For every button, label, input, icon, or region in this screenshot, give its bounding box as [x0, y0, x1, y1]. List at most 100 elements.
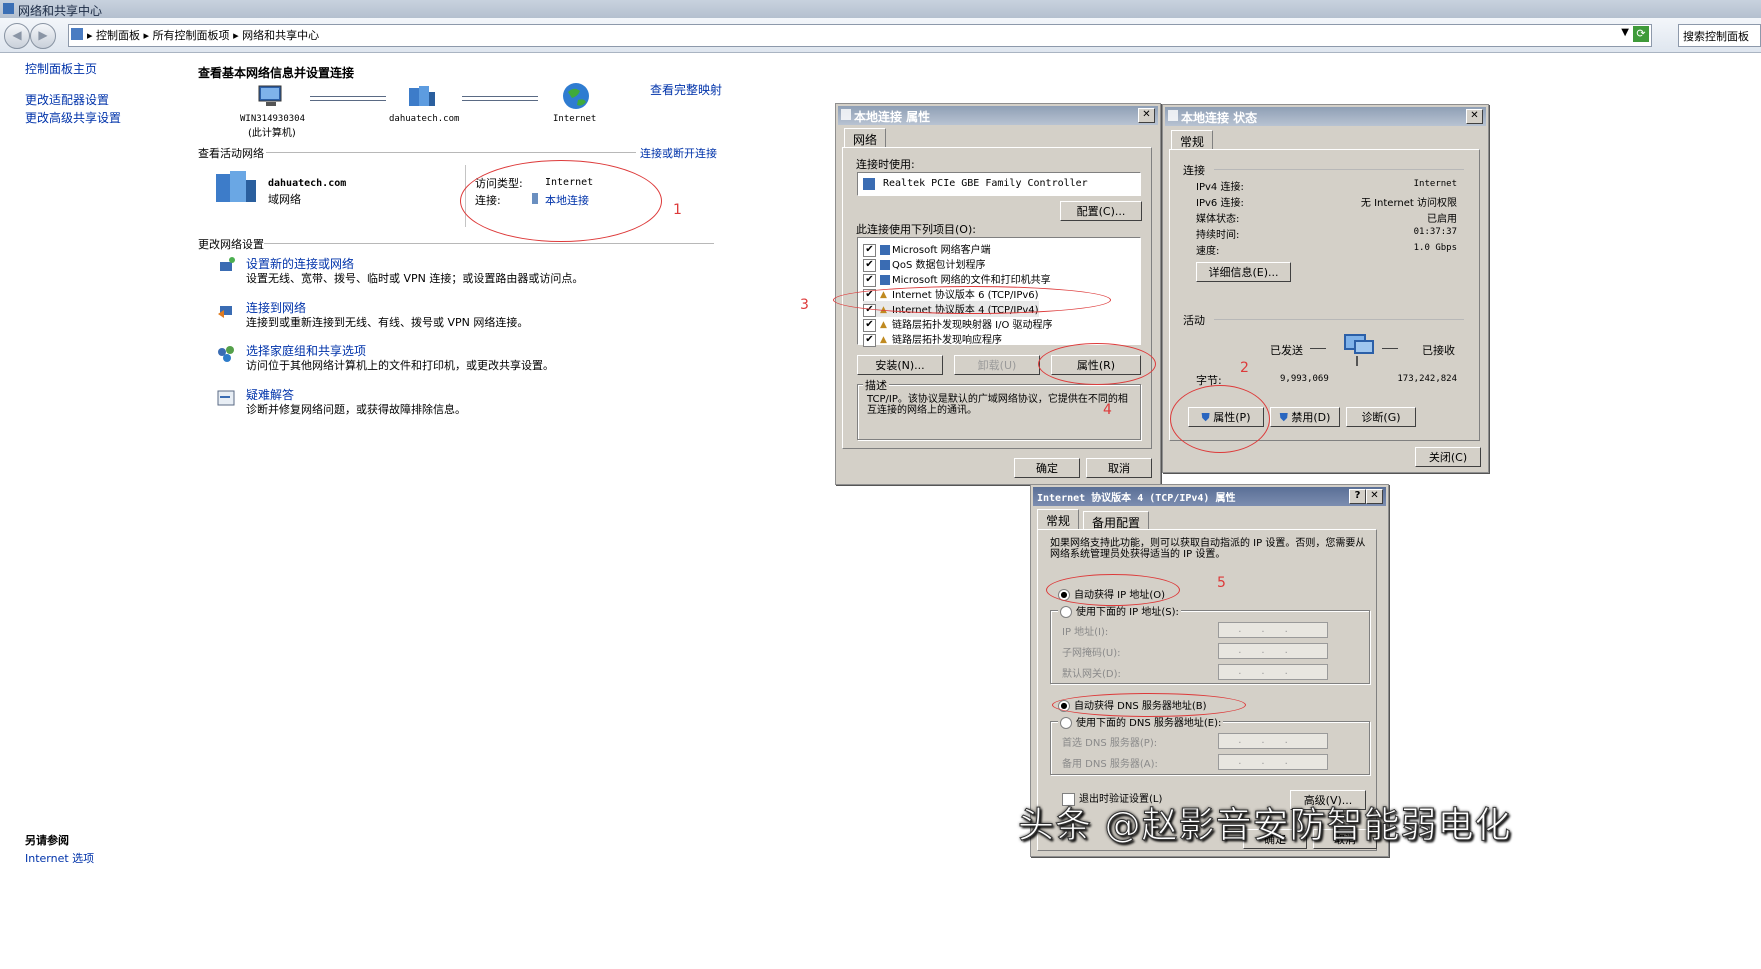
- description-legend: 描述: [863, 377, 889, 393]
- close-button[interactable]: 关闭(C): [1415, 447, 1481, 467]
- task-connect-network-desc: 连接到或重新连接到无线、有线、拨号或 VPN 网络连接。: [246, 316, 529, 329]
- change-settings-divider: [264, 243, 714, 244]
- ip-address-field[interactable]: ...: [1218, 622, 1328, 638]
- ok-button[interactable]: 确定: [1014, 458, 1080, 478]
- close-icon[interactable]: ✕: [1138, 108, 1155, 123]
- ipv4-dialog-title: Internet 协议版本 4 (TCP/IPv4) 属性: [1037, 493, 1236, 504]
- breadcrumb-control-panel[interactable]: 控制面板: [96, 29, 140, 42]
- activity-section-label: 活动: [1183, 314, 1205, 327]
- sidebar-item-advanced-sharing[interactable]: 更改高级共享设置: [25, 109, 121, 126]
- bytes-received-value: 173,242,824: [1397, 374, 1457, 384]
- ipv4-value: Internet: [1413, 179, 1457, 189]
- disable-button[interactable]: ⛊ 禁用(D): [1270, 407, 1340, 427]
- status-dialog-title-bar: 本地连接 状态 ✕: [1165, 107, 1486, 126]
- task-setup-connection-desc: 设置无线、宽带、拨号、临时或 VPN 连接；或设置路由器或访问点。: [246, 272, 584, 285]
- disable-label: 禁用(D): [1291, 411, 1331, 424]
- ipv6-value: 无 Internet 访问权限: [1360, 198, 1457, 209]
- close-icon[interactable]: ✕: [1466, 109, 1483, 124]
- watermark-text: 头条 @赵影音安防智能弱电化: [1017, 805, 1512, 847]
- search-input[interactable]: 搜索控制面板: [1678, 24, 1761, 47]
- install-button[interactable]: 安装(N)...: [857, 355, 943, 375]
- annotation-number-5: 5: [1217, 575, 1226, 591]
- list-item[interactable]: ✔ Microsoft 网络客户端: [863, 241, 991, 257]
- chevron-down-icon[interactable]: ▼: [1621, 27, 1629, 38]
- radio-unselected[interactable]: [1060, 717, 1072, 729]
- alternate-dns-field[interactable]: ...: [1218, 754, 1328, 770]
- tab-general[interactable]: 常规: [1171, 130, 1214, 149]
- items-label: 此连接使用下列项目(O):: [856, 223, 976, 236]
- item-label: 链路层拓扑发现映射器 I/O 驱动程序: [892, 320, 1053, 331]
- sidebar-item-adapter-settings[interactable]: 更改适配器设置: [25, 91, 109, 108]
- uninstall-button[interactable]: 卸载(U): [954, 355, 1040, 375]
- checkbox[interactable]: ✔: [863, 318, 876, 332]
- details-button[interactable]: 详细信息(E)...: [1196, 262, 1291, 282]
- nic-icon: [863, 178, 875, 190]
- bytes-sent-value: 9,993,069: [1280, 374, 1329, 384]
- tab-general[interactable]: 常规: [1037, 509, 1080, 529]
- sidebar-item-control-panel-home[interactable]: 控制面板主页: [25, 60, 97, 77]
- tab-alternate-config[interactable]: 备用配置: [1083, 511, 1150, 530]
- annotation-oval-1: [460, 160, 662, 242]
- cancel-button[interactable]: 取消: [1086, 458, 1152, 478]
- subnet-mask-field[interactable]: ...: [1218, 643, 1328, 659]
- list-item[interactable]: ✔ Microsoft 网络的文件和打印机共享: [863, 271, 1051, 287]
- list-item[interactable]: ✔ QoS 数据包计划程序: [863, 256, 986, 272]
- gateway-field[interactable]: ...: [1218, 664, 1328, 680]
- alternate-dns-label: 备用 DNS 服务器(A):: [1062, 759, 1158, 770]
- breadcrumb-all-items[interactable]: 所有控制面板项: [153, 29, 230, 42]
- refresh-icon[interactable]: ⟳: [1633, 26, 1649, 42]
- qos-icon: [880, 260, 890, 270]
- annotation-oval-dns: [1052, 693, 1246, 717]
- shield-icon: ⛊: [1279, 411, 1288, 424]
- tab-network[interactable]: 网络: [844, 128, 887, 147]
- search-placeholder: 搜索控制面板: [1683, 30, 1749, 43]
- connect-network-icon: [216, 300, 236, 320]
- description-text: TCP/IP。该协议是默认的广域网络协议，它提供在不同的相互连接的网络上的通讯。: [867, 394, 1128, 416]
- chevron-right-icon: ▸: [87, 29, 97, 42]
- checkbox[interactable]: ✔: [863, 243, 876, 257]
- list-item[interactable]: ✔ ▲ 链路层拓扑发现映射器 I/O 驱动程序: [863, 316, 1053, 332]
- forward-button[interactable]: ▶: [30, 23, 56, 49]
- internet-options-link[interactable]: Internet 选项: [25, 850, 94, 866]
- map-node-computer-sub: (此计算机): [248, 128, 296, 139]
- task-homegroup-desc: 访问位于其他网络计算机上的文件和打印机，或更改共享设置。: [246, 359, 554, 372]
- ipv4-label: IPv4 连接:: [1196, 182, 1244, 193]
- annotation-number-4: 4: [1103, 402, 1112, 418]
- checkbox[interactable]: ✔: [863, 258, 876, 272]
- address-bar[interactable]: ▸ 控制面板 ▸ 所有控制面板项 ▸ 网络和共享中心 ▼ ⟳: [68, 24, 1652, 47]
- checkbox[interactable]: ✔: [863, 333, 876, 347]
- domain-server-icon: [407, 84, 437, 113]
- annotation-number-2: 2: [1240, 360, 1249, 376]
- checkbox[interactable]: ✔: [863, 273, 876, 287]
- preferred-dns-field[interactable]: ...: [1218, 733, 1328, 749]
- network-type: 域网络: [268, 193, 301, 206]
- annotation-number-1: 1: [673, 202, 682, 218]
- connect-disconnect-link[interactable]: 连接或断开连接: [640, 145, 717, 161]
- nic-icon: [841, 109, 851, 120]
- list-item[interactable]: ✔ ▲ 链路层拓扑发现响应程序: [863, 331, 1002, 347]
- homegroup-icon: [216, 344, 236, 364]
- radio-unselected[interactable]: [1060, 606, 1072, 618]
- connection-divider: [1214, 169, 1464, 170]
- breadcrumb-network-center[interactable]: 网络和共享中心: [242, 29, 319, 42]
- back-button[interactable]: ◀: [4, 23, 30, 49]
- ip-address-label: IP 地址(I):: [1062, 627, 1109, 638]
- setup-connection-icon: [216, 256, 236, 276]
- ipv4-dialog-title-bar: Internet 协议版本 4 (TCP/IPv4) 属性 ? ✕: [1033, 487, 1386, 506]
- properties-dialog-title: 本地连接 属性: [854, 110, 931, 124]
- close-icon[interactable]: ✕: [1366, 489, 1383, 504]
- manual-ip-label: 使用下面的 IP 地址(S):: [1076, 607, 1179, 618]
- ipv6-label: IPv6 连接:: [1196, 198, 1244, 209]
- media-state-label: 媒体状态:: [1196, 214, 1240, 225]
- protocol-icon: ▲: [880, 335, 887, 345]
- annotation-oval-2: [1170, 385, 1270, 453]
- breadcrumb: ▸ 控制面板 ▸ 所有控制面板项 ▸ 网络和共享中心: [87, 27, 319, 43]
- configure-button[interactable]: 配置(C)...: [1060, 201, 1142, 221]
- item-label: QoS 数据包计划程序: [892, 260, 986, 271]
- map-line-1: [310, 96, 386, 101]
- help-icon[interactable]: ?: [1349, 489, 1366, 504]
- annotation-number-3: 3: [800, 297, 809, 313]
- network-activity-icon: [1338, 330, 1378, 366]
- diagnose-button[interactable]: 诊断(G): [1346, 407, 1416, 427]
- view-full-map-link[interactable]: 查看完整映射: [650, 81, 722, 98]
